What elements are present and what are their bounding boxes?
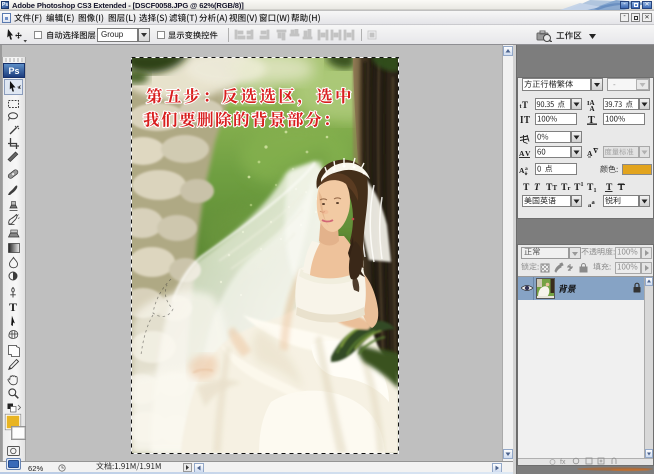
svg-text:A: A <box>590 105 595 113</box>
svg-text:T: T <box>524 114 530 126</box>
svg-text:1: 1 <box>594 188 597 194</box>
svg-text:t: t <box>520 104 522 110</box>
svg-text:a: a <box>525 166 528 172</box>
svg-text:r: r <box>568 185 571 192</box>
svg-text:T: T <box>9 300 17 314</box>
svg-text:1: 1 <box>581 182 584 188</box>
svg-text:T: T <box>553 184 558 192</box>
svg-text:a: a <box>592 199 596 206</box>
svg-text:T: T <box>534 183 541 193</box>
svg-text:fx: fx <box>560 459 566 465</box>
svg-text:T: T <box>523 183 530 193</box>
svg-text:V: V <box>525 149 531 158</box>
svg-text:V: V <box>593 146 599 155</box>
svg-text:T: T <box>522 100 528 110</box>
